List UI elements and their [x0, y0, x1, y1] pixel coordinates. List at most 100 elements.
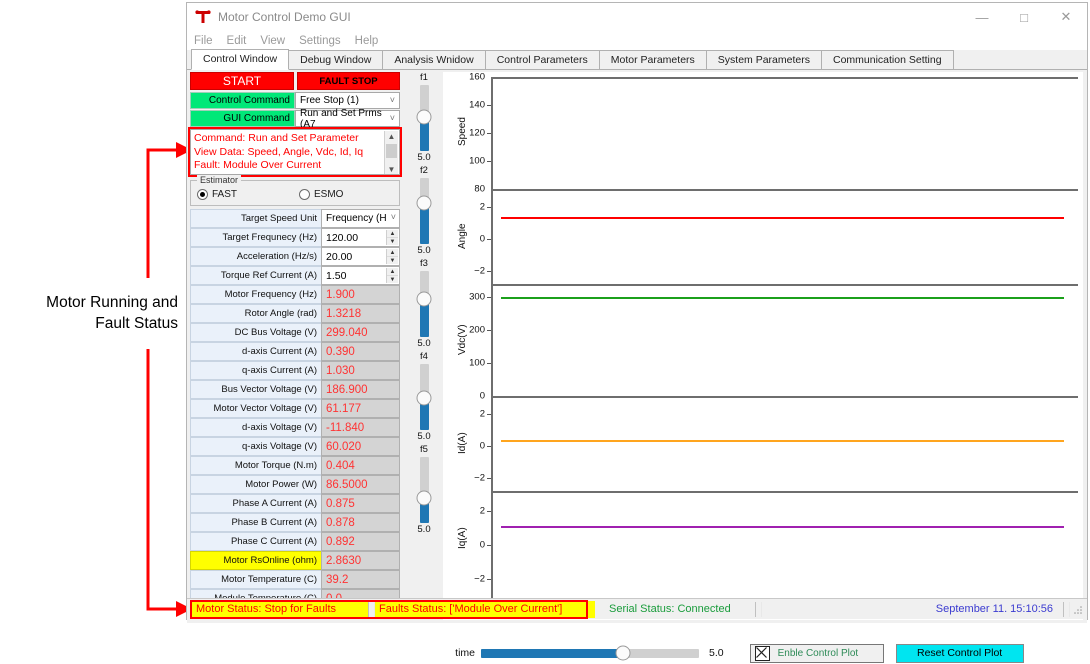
spinner-control[interactable]: ▲ ▼ — [386, 249, 398, 264]
estimator-group: Estimator FAST ESMO — [190, 175, 400, 206]
param-label: Phase A Current (A) — [190, 494, 321, 513]
tab-bar: Control Window Debug Window Analysis Wni… — [187, 49, 1087, 70]
control-command-label: Control Command — [190, 92, 295, 109]
param-row-rotor-angle: Rotor Angle (rad) 1.3218 — [190, 304, 402, 323]
control-column: START FAULT STOP Control Command Free St… — [188, 72, 402, 608]
param-label: Motor Torque (N.m) — [190, 456, 321, 475]
param-row-q-axis-voltage: q-axis Voltage (V) 60.020 — [190, 437, 402, 456]
param-label: Acceleration (Hz/s) — [190, 247, 321, 266]
status-box-scrollbar[interactable]: ▲ ▼ — [384, 131, 398, 174]
ytick-label: 160 — [469, 71, 485, 83]
torque-ref-current-input[interactable]: 1.50 ▲ ▼ — [321, 266, 400, 285]
ytick-label: 0 — [479, 539, 485, 551]
gui-command-select[interactable]: Run and Set Prms (A7 ˅ — [295, 108, 400, 130]
plot-panel-id: Id(A) 2 0 −2 — [443, 396, 1083, 491]
ytick-label: −2 — [474, 573, 485, 585]
param-value-readout: 0.892 — [321, 532, 400, 551]
close-icon[interactable]: ✕ — [1045, 3, 1087, 31]
spinner-down-icon[interactable]: ▼ — [387, 276, 398, 283]
slider-unit-f4: f4 5.0 — [406, 351, 442, 443]
ytick-label: 100 — [469, 155, 485, 167]
reset-control-plot-button[interactable]: Reset Control Plot — [895, 643, 1024, 663]
menu-item-view[interactable]: View — [260, 35, 285, 47]
target-speed-unit-select[interactable]: Frequency (H ˅ — [321, 209, 400, 228]
ytick-label: 200 — [469, 324, 485, 336]
time-slider[interactable] — [481, 645, 699, 661]
slider-f1[interactable] — [416, 85, 432, 151]
status-bar: Motor Status: Stop for Faults Faults Sta… — [187, 598, 1087, 619]
gui-command-row: GUI Command Run and Set Prms (A7 ˅ — [190, 108, 402, 130]
scroll-down-icon[interactable]: ▼ — [385, 164, 398, 174]
param-row-target-speed-unit: Target Speed Unit Frequency (H ˅ — [190, 209, 402, 228]
param-value-readout: -11.840 — [321, 418, 400, 437]
plot-box-angle — [491, 189, 1078, 284]
param-value-readout: 61.177 — [321, 399, 400, 418]
annotation-label: Motor Running and Fault Status — [6, 292, 178, 334]
param-value-readout: 299.040 — [321, 323, 400, 342]
scroll-thumb[interactable] — [386, 144, 397, 158]
spinner-control[interactable]: ▲ ▼ — [386, 268, 398, 283]
menu-item-settings[interactable]: Settings — [299, 35, 341, 47]
menu-item-help[interactable]: Help — [355, 35, 379, 47]
scroll-up-icon[interactable]: ▲ — [385, 131, 398, 142]
fault-stop-button[interactable]: FAULT STOP — [297, 72, 400, 90]
param-value-readout: 39.2 — [321, 570, 400, 589]
param-value-readout: 0.875 — [321, 494, 400, 513]
tab-control-window[interactable]: Control Window — [191, 49, 290, 70]
start-button[interactable]: START — [190, 72, 294, 90]
param-row-motor-torque: Motor Torque (N.m) 0.404 — [190, 456, 402, 475]
resize-grip-icon[interactable] — [1070, 602, 1084, 616]
spinner-down-icon[interactable]: ▼ — [387, 238, 398, 245]
enable-control-plot-button[interactable]: Enble Control Plot — [749, 643, 884, 663]
spinner-up-icon[interactable]: ▲ — [387, 230, 398, 238]
estimator-radio-esmo[interactable]: ESMO — [299, 189, 343, 200]
target-frequency-input[interactable]: 120.00 ▲ ▼ — [321, 228, 400, 247]
main-buttons-row: START FAULT STOP — [190, 72, 402, 90]
tab-motor-parameters[interactable]: Motor Parameters — [598, 50, 707, 69]
tab-communication-setting[interactable]: Communication Setting — [820, 50, 954, 69]
spinner-up-icon[interactable]: ▲ — [387, 249, 398, 257]
control-plot[interactable]: Speed 160 140 120 100 80 Angle 2 0 −2 Vd… — [443, 72, 1083, 620]
ytick-label: 300 — [469, 291, 485, 303]
slider-f4[interactable] — [416, 364, 432, 430]
chevron-down-icon: ˅ — [390, 212, 396, 222]
slider-f2[interactable] — [416, 178, 432, 244]
minimize-icon[interactable]: — — [961, 3, 1003, 31]
menu-item-file[interactable]: File — [194, 35, 213, 47]
slider-unit-f1: f1 5.0 — [406, 72, 442, 164]
spinner-down-icon[interactable]: ▼ — [387, 257, 398, 264]
time-slider-knob[interactable] — [615, 645, 631, 661]
tab-system-parameters[interactable]: System Parameters — [705, 50, 822, 69]
param-label: DC Bus Voltage (V) — [190, 323, 321, 342]
param-row-motor-vector-voltage: Motor Vector Voltage (V) 61.177 — [190, 399, 402, 418]
status-message-box[interactable]: Command: Run and Set Parameter View Data… — [190, 129, 400, 175]
spinner-control[interactable]: ▲ ▼ — [386, 230, 398, 245]
slider-unit-f3: f3 5.0 — [406, 258, 442, 350]
status-message-wrapper: Command: Run and Set Parameter View Data… — [188, 127, 402, 177]
tab-analysis-window[interactable]: Analysis Wnidow — [382, 50, 486, 69]
estimator-radio-fast[interactable]: FAST — [197, 189, 237, 200]
tab-debug-window[interactable]: Debug Window — [288, 50, 384, 69]
param-label: Motor Frequency (Hz) — [190, 285, 321, 304]
control-command-select[interactable]: Free Stop (1) ˅ — [295, 92, 400, 109]
slider-f3[interactable] — [416, 271, 432, 337]
annotation-layer: Motor Running and Fault Status — [0, 0, 192, 622]
plot-controls-bar: time 5.0 Enble Control Plot Reset Contro… — [443, 642, 1083, 664]
maximize-icon[interactable]: □ — [1003, 3, 1045, 31]
enable-control-plot-label: Enble Control Plot — [777, 647, 859, 659]
fault-status-badge: Faults Status: ['Module Over Current'] — [375, 600, 595, 618]
ytick-label: 2 — [479, 505, 485, 517]
motor-status-badge: Motor Status: Stop for Faults — [192, 600, 368, 618]
tab-control-parameters[interactable]: Control Parameters — [484, 50, 600, 69]
param-value-readout: 1.030 — [321, 361, 400, 380]
plot-ylabel-iq: Iq(A) — [457, 527, 468, 550]
param-row-bus-vector-voltage: Bus Vector Voltage (V) 186.900 — [190, 380, 402, 399]
acceleration-input[interactable]: 20.00 ▲ ▼ — [321, 247, 400, 266]
datetime-label: September 11. 15:10:56 — [935, 603, 1053, 615]
gui-command-label: GUI Command — [190, 110, 295, 127]
param-row-d-axis-current: d-axis Current (A) 0.390 — [190, 342, 402, 361]
spinner-up-icon[interactable]: ▲ — [387, 268, 398, 276]
param-row-acceleration: Acceleration (Hz/s) 20.00 ▲ ▼ — [190, 247, 402, 266]
slider-f5[interactable] — [416, 457, 432, 523]
menu-item-edit[interactable]: Edit — [227, 35, 247, 47]
